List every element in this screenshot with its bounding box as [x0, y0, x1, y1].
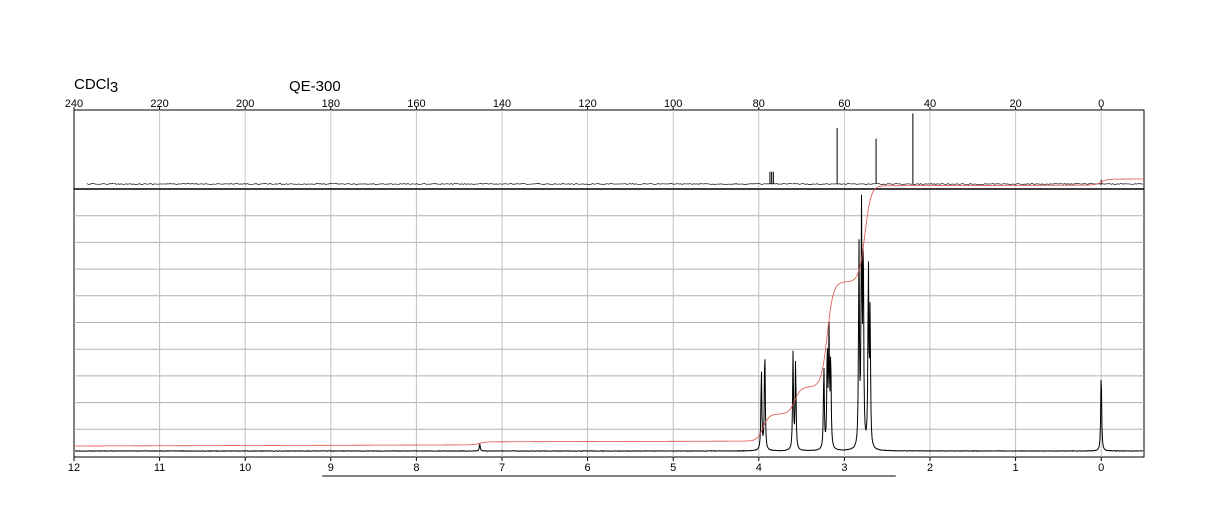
h1-tick-label: 3	[841, 462, 847, 474]
c13-tick-label: 60	[838, 98, 850, 110]
h1-tick-label: 7	[499, 462, 505, 474]
c13-tick-label: 160	[407, 98, 425, 110]
c13-tick-label: 40	[924, 98, 936, 110]
c13-tick-label: 0	[1098, 98, 1104, 110]
c13-tick-label: 80	[753, 98, 765, 110]
h1-tick-label: 11	[154, 462, 165, 474]
c13-tick-label: 120	[578, 98, 596, 110]
c13-tick-label: 200	[236, 98, 254, 110]
nmr-spectrum-chart: 240 220 200 180 160 140 120 100 80 60 40 20 012 11 10 9…	[65, 98, 1145, 477]
h1-tick-label: 2	[927, 462, 933, 474]
h1-tick-label: 9	[328, 462, 334, 474]
c13-tick-label: 220	[150, 98, 168, 110]
h1-tick-label: 5	[670, 462, 676, 474]
h1-tick-label: 4	[756, 462, 762, 474]
c13-tick-label: 240	[65, 98, 83, 110]
c13-tick-label: 100	[664, 98, 682, 110]
h1-tick-label: 8	[413, 462, 419, 474]
c13-tick-label: 140	[493, 98, 511, 110]
h1-integration-curve	[74, 178, 1144, 447]
h1-tick-label: 6	[585, 462, 591, 474]
h1-tick-label: 1	[1013, 462, 1019, 474]
c13-frame	[73, 109, 1145, 190]
c13-tick-label: 180	[322, 98, 340, 110]
c13-tick-label: 20	[1009, 98, 1021, 110]
h1-tick-label: 0	[1098, 462, 1104, 474]
h1-tick-label: 10	[239, 462, 251, 474]
h1-spectrum-trace	[74, 194, 1144, 452]
h1-tick-label: 12	[68, 462, 80, 474]
